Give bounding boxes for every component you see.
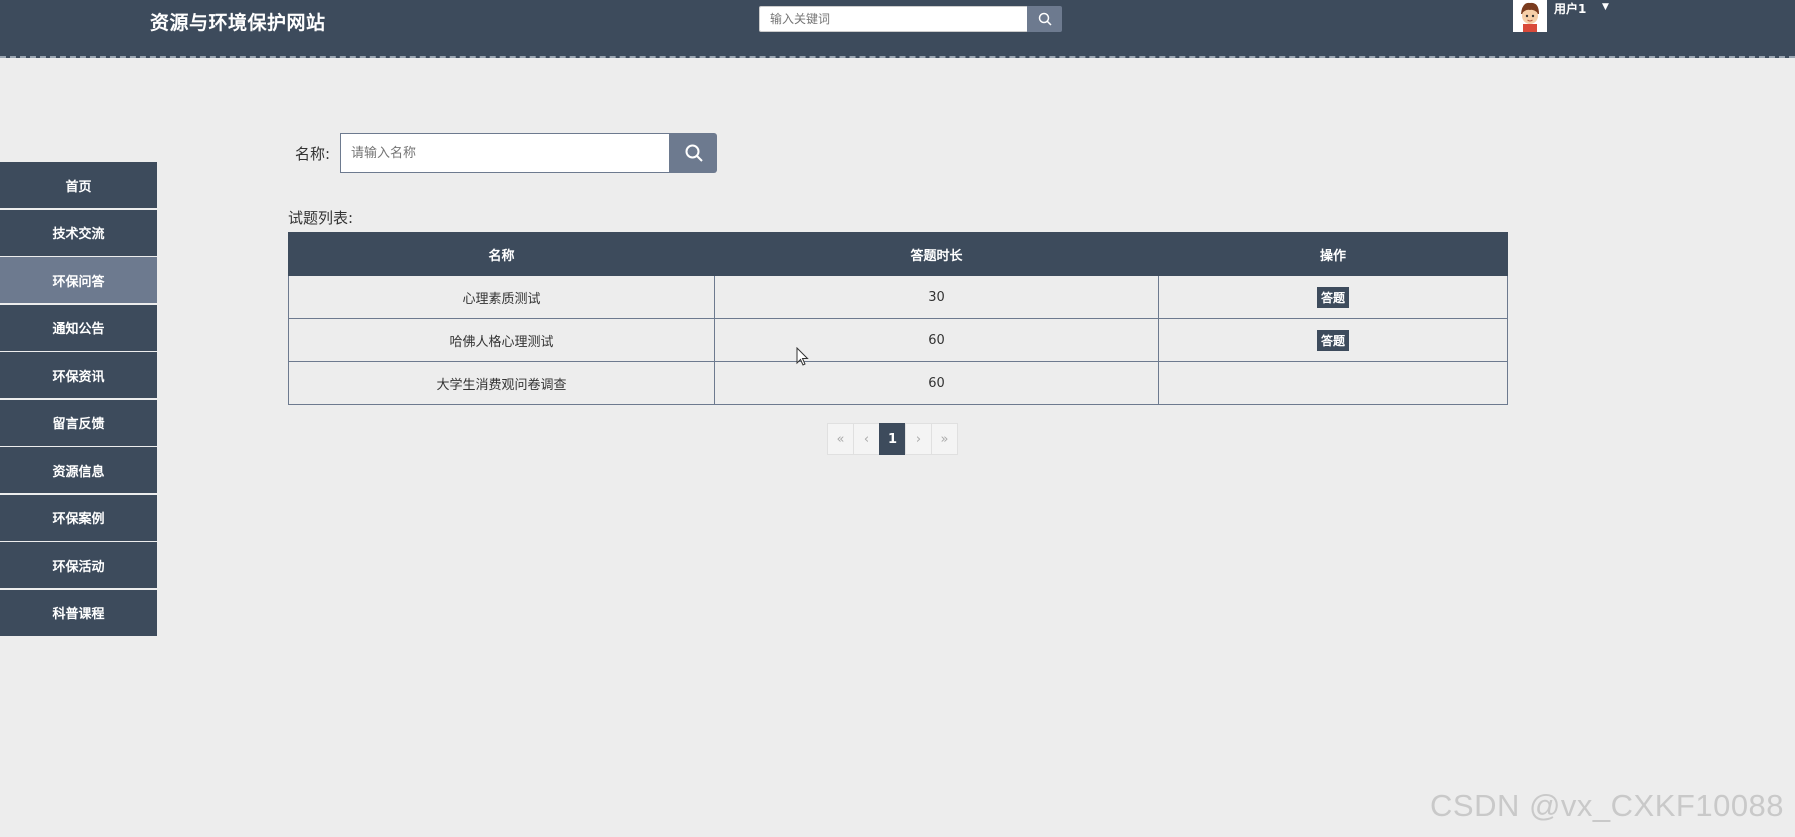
cell-action: 答题 xyxy=(1158,318,1508,362)
name-filter-bar xyxy=(340,133,717,173)
cell-name: 心理素质测试 xyxy=(288,275,715,319)
pagination: « ‹ 1 › » xyxy=(827,423,958,455)
sidebar-item-eco-cases[interactable]: 环保案例 xyxy=(0,494,157,541)
sidebar-item-resources[interactable]: 资源信息 xyxy=(0,447,157,493)
site-title[interactable]: 资源与环境保护网站 xyxy=(150,8,326,35)
cell-duration: 60 xyxy=(714,318,1159,362)
keyword-search-input[interactable] xyxy=(759,6,1027,32)
cell-duration: 30 xyxy=(714,275,1159,319)
page-current-button[interactable]: 1 xyxy=(879,423,906,455)
answer-button[interactable]: 答题 xyxy=(1316,329,1349,351)
sidebar-nav: 首页 技术交流 环保问答 通知公告 环保资讯 留言反馈 资源信息 环保案例 环保… xyxy=(0,162,157,637)
name-search-button[interactable] xyxy=(670,133,717,173)
page-first-button[interactable]: « xyxy=(827,423,854,455)
question-list-title: 试题列表: xyxy=(288,209,354,227)
search-icon xyxy=(1038,12,1052,26)
sidebar-item-tech-exchange[interactable]: 技术交流 xyxy=(0,209,157,256)
sidebar-item-eco-qa[interactable]: 环保问答 xyxy=(0,257,157,303)
top-search-bar xyxy=(759,6,1063,32)
search-icon xyxy=(685,144,703,162)
sidebar-item-eco-activities[interactable]: 环保活动 xyxy=(0,542,157,588)
page-prev-button[interactable]: ‹ xyxy=(853,423,880,455)
table-row: 哈佛人格心理测试 60 答题 xyxy=(288,318,1508,362)
column-header-name: 名称 xyxy=(288,232,715,276)
name-search-input[interactable] xyxy=(340,133,670,173)
table-row: 大学生消费观问卷调查 60 xyxy=(288,361,1508,405)
chevron-down-icon[interactable]: ▼ xyxy=(1602,2,1609,12)
question-table: 名称 答题时长 操作 心理素质测试 30 答题 哈佛人格心理测试 60 答题 大… xyxy=(288,232,1508,405)
mouse-cursor-icon xyxy=(796,347,809,366)
user-avatar-icon xyxy=(1513,0,1547,32)
sidebar-item-feedback[interactable]: 留言反馈 xyxy=(0,399,157,446)
avatar[interactable] xyxy=(1513,0,1547,32)
sidebar-item-home[interactable]: 首页 xyxy=(0,162,157,208)
cell-action: 答题 xyxy=(1158,275,1508,319)
column-header-action: 操作 xyxy=(1158,232,1508,276)
cell-action xyxy=(1158,361,1508,405)
column-header-duration: 答题时长 xyxy=(714,232,1159,276)
cell-name: 哈佛人格心理测试 xyxy=(288,318,715,362)
top-search-button[interactable] xyxy=(1027,6,1062,32)
username-menu[interactable]: 用户1 xyxy=(1554,0,1586,17)
page-last-button[interactable]: » xyxy=(931,423,958,455)
watermark: CSDN @vx_CXKF10088 xyxy=(1430,788,1785,823)
sidebar-item-notices[interactable]: 通知公告 xyxy=(0,304,157,351)
cell-name: 大学生消费观问卷调查 xyxy=(288,361,715,405)
answer-button[interactable]: 答题 xyxy=(1316,286,1349,308)
name-filter-label: 名称: xyxy=(295,145,331,163)
table-row: 心理素质测试 30 答题 xyxy=(288,275,1508,319)
top-header: 资源与环境保护网站 用户1 ▼ xyxy=(0,0,1795,58)
cell-duration: 60 xyxy=(714,361,1159,405)
page-next-button[interactable]: › xyxy=(905,423,932,455)
sidebar-item-eco-news[interactable]: 环保资讯 xyxy=(0,352,157,398)
sidebar-item-courses[interactable]: 科普课程 xyxy=(0,589,157,636)
table-header-row: 名称 答题时长 操作 xyxy=(288,232,1508,276)
